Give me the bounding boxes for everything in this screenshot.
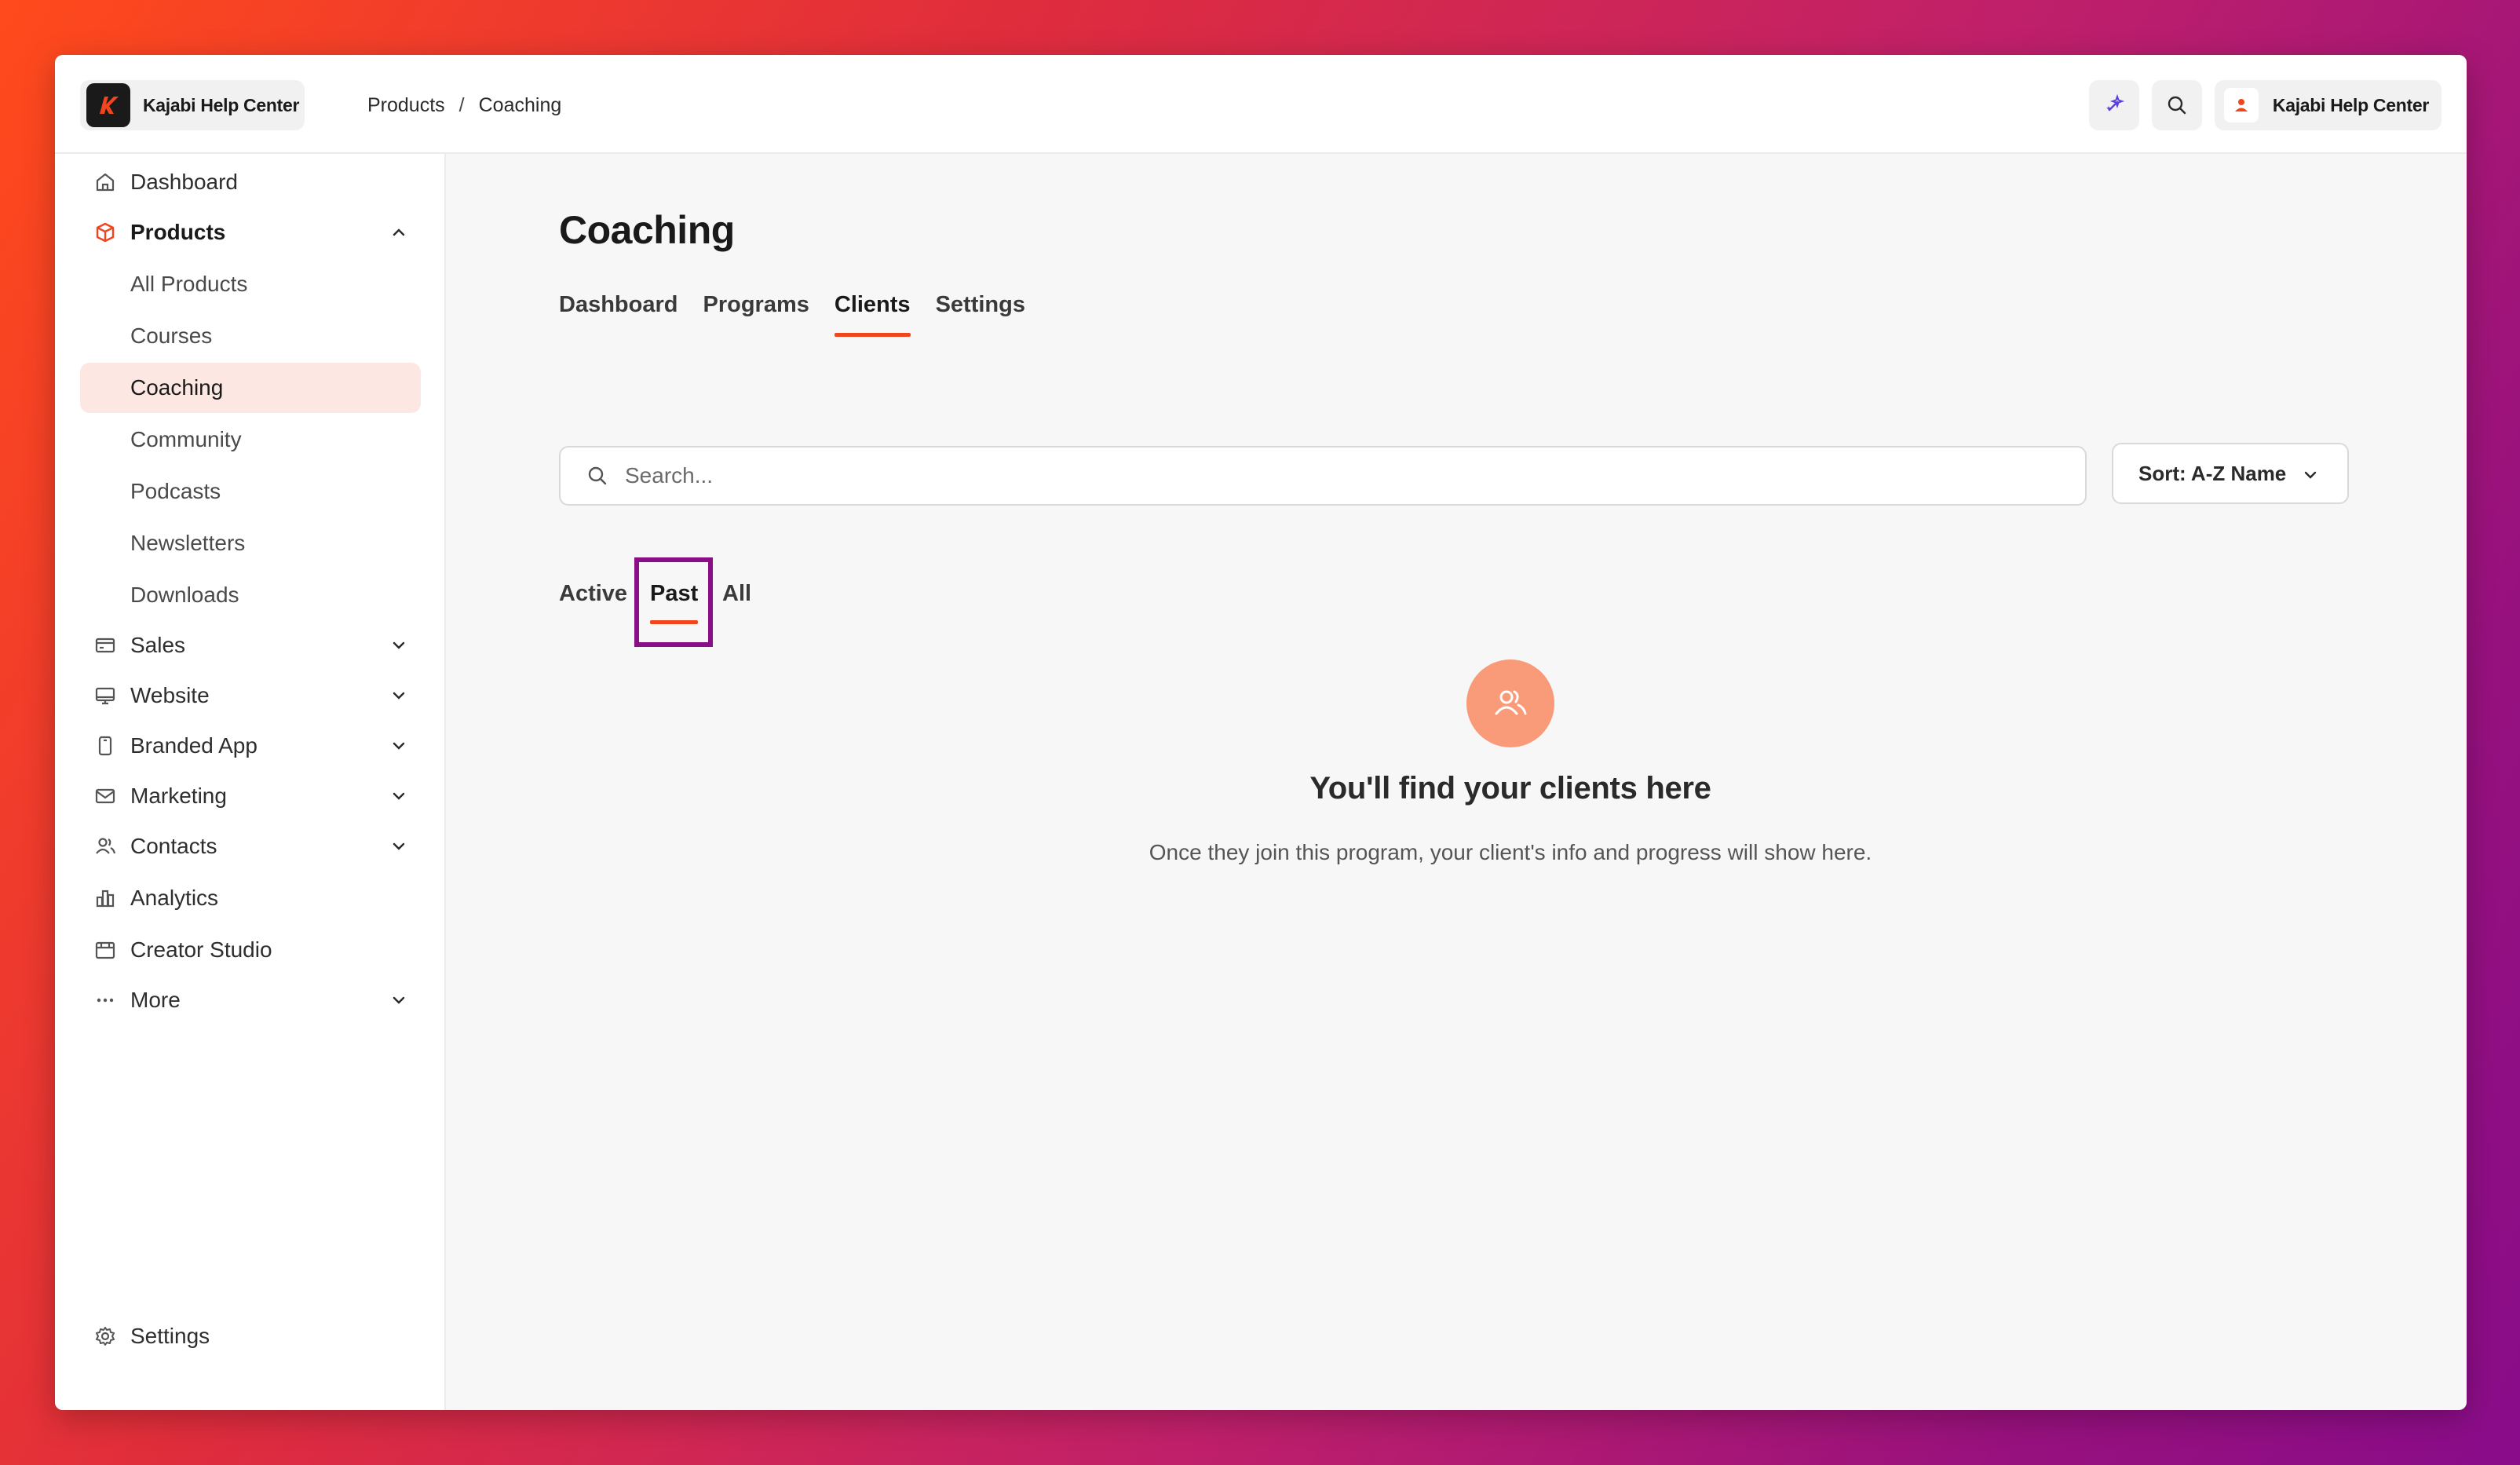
sidebar-item-label: Podcasts (130, 479, 221, 503)
sidebar-item-analytics[interactable]: Analytics (80, 873, 421, 923)
sidebar-item-sales[interactable]: Sales (80, 620, 421, 670)
chevron-down-icon[interactable] (388, 685, 410, 707)
sidebar-item-label: Community (130, 427, 242, 451)
subtab-label: All (722, 581, 752, 606)
empty-state-title: You'll find your clients here (1309, 771, 1711, 806)
sparkle-icon (2105, 93, 2125, 111)
ai-assistant-button[interactable] (2088, 80, 2139, 130)
user-name: Kajabi Help Center (2272, 94, 2429, 115)
users-icon (93, 834, 118, 859)
sidebar-item-podcasts[interactable]: Podcasts (80, 466, 421, 517)
gear-icon (93, 1324, 118, 1349)
brand-name: Kajabi Help Center (143, 94, 300, 115)
sidebar-item-newsletters[interactable]: Newsletters (80, 518, 421, 568)
sort-label: Sort: A-Z Name (2138, 461, 2287, 485)
main-content: Coaching Dashboard Programs Clients Sett… (446, 154, 2467, 1410)
sort-dropdown[interactable]: Sort: A-Z Name (2112, 443, 2349, 504)
breadcrumb-products-link[interactable]: Products (367, 94, 445, 117)
sidebar-item-label: Website (130, 683, 210, 707)
sidebar-item-label: Sales (130, 633, 186, 657)
sidebar-item-label: Creator Studio (130, 937, 272, 962)
avatar (2223, 88, 2259, 122)
top-right-actions: Kajabi Help Center (2088, 80, 2441, 130)
active-underline (650, 620, 699, 624)
sidebar-item-courses[interactable]: Courses (80, 311, 421, 361)
breadcrumb-current: Coaching (478, 93, 562, 116)
bar-chart-icon (93, 886, 118, 911)
sidebar: Dashboard Products All Products Courses … (55, 154, 446, 1410)
sidebar-item-label: Downloads (130, 583, 239, 607)
search-input[interactable] (625, 463, 2038, 488)
breadcrumb-separator: / (458, 93, 465, 116)
sidebar-item-label: Contacts (130, 834, 217, 858)
sidebar-item-community[interactable]: Community (80, 415, 421, 465)
tab-settings[interactable]: Settings (936, 292, 1025, 337)
sidebar-item-label: Courses (130, 323, 213, 348)
tab-programs[interactable]: Programs (703, 292, 809, 337)
search-icon (2168, 96, 2186, 115)
sidebar-item-settings[interactable]: Settings (80, 1311, 421, 1361)
monitor-icon (93, 683, 118, 708)
sidebar-item-label: Newsletters (130, 531, 246, 555)
sidebar-item-contacts[interactable]: Contacts (80, 821, 421, 871)
tab-dashboard[interactable]: Dashboard (559, 292, 677, 337)
search-icon (584, 462, 611, 489)
sidebar-item-label: Analytics (130, 886, 219, 910)
sidebar-item-more[interactable]: More (80, 975, 421, 1025)
user-icon (2234, 99, 2248, 111)
sidebar-item-label: Marketing (130, 784, 227, 808)
subtab-label: Past (650, 581, 699, 606)
sidebar-item-label: All Products (130, 272, 248, 296)
sidebar-item-label: More (130, 988, 181, 1012)
users-icon (1466, 659, 1554, 747)
sidebar-item-branded-app[interactable]: Branded App (80, 721, 421, 771)
subtab-label: Active (559, 581, 628, 606)
subtab-active[interactable]: Active (559, 557, 627, 636)
sidebar-item-creator-studio[interactable]: Creator Studio (80, 925, 421, 975)
chevron-down-icon[interactable] (388, 785, 410, 807)
sidebar-item-label: Coaching (130, 375, 224, 400)
brand-switcher[interactable]: Kajabi Help Center (80, 80, 305, 130)
subtab-all[interactable]: All (722, 557, 751, 636)
kajabi-logo-icon (86, 83, 130, 127)
sidebar-item-downloads[interactable]: Downloads (80, 570, 421, 620)
subtab-past[interactable]: Past (650, 557, 699, 636)
chevron-down-icon (2300, 465, 2321, 485)
chevron-down-icon[interactable] (388, 634, 410, 656)
sidebar-item-all-products[interactable]: All Products (80, 259, 421, 309)
card-icon (93, 633, 118, 658)
sidebar-item-label: Products (130, 220, 226, 244)
sidebar-item-website[interactable]: Website (80, 670, 421, 721)
sidebar-item-dashboard[interactable]: Dashboard (80, 157, 421, 207)
sidebar-item-label: Dashboard (130, 170, 238, 194)
sidebar-item-marketing[interactable]: Marketing (80, 771, 421, 821)
box-icon (93, 220, 118, 245)
phone-icon (93, 733, 118, 758)
chevron-up-icon[interactable] (388, 221, 410, 243)
sidebar-item-products[interactable]: Products (80, 207, 421, 258)
app-window: Kajabi Help Center Products / Coaching K… (55, 55, 2467, 1410)
home-icon (93, 170, 118, 195)
sidebar-item-label: Settings (130, 1324, 210, 1348)
chevron-down-icon[interactable] (388, 989, 410, 1011)
chevron-down-icon[interactable] (388, 735, 410, 757)
more-icon (93, 988, 118, 1013)
calendar-icon (93, 937, 118, 963)
sidebar-item-coaching[interactable]: Coaching (80, 363, 421, 413)
tab-bar: Dashboard Programs Clients Settings (559, 292, 1025, 337)
empty-state-description: Once they join this program, your client… (1149, 840, 1872, 864)
chevron-down-icon[interactable] (388, 835, 410, 857)
sidebar-item-label: Branded App (130, 733, 257, 758)
tab-clients[interactable]: Clients (834, 292, 911, 337)
search-button[interactable] (2151, 80, 2202, 130)
page-title: Coaching (559, 208, 735, 252)
user-menu-button[interactable]: Kajabi Help Center (2214, 80, 2441, 130)
mail-icon (93, 784, 118, 809)
search-field[interactable] (559, 446, 2087, 506)
top-bar: Kajabi Help Center Products / Coaching K… (55, 55, 2467, 154)
breadcrumb: Products / Coaching (367, 90, 561, 121)
